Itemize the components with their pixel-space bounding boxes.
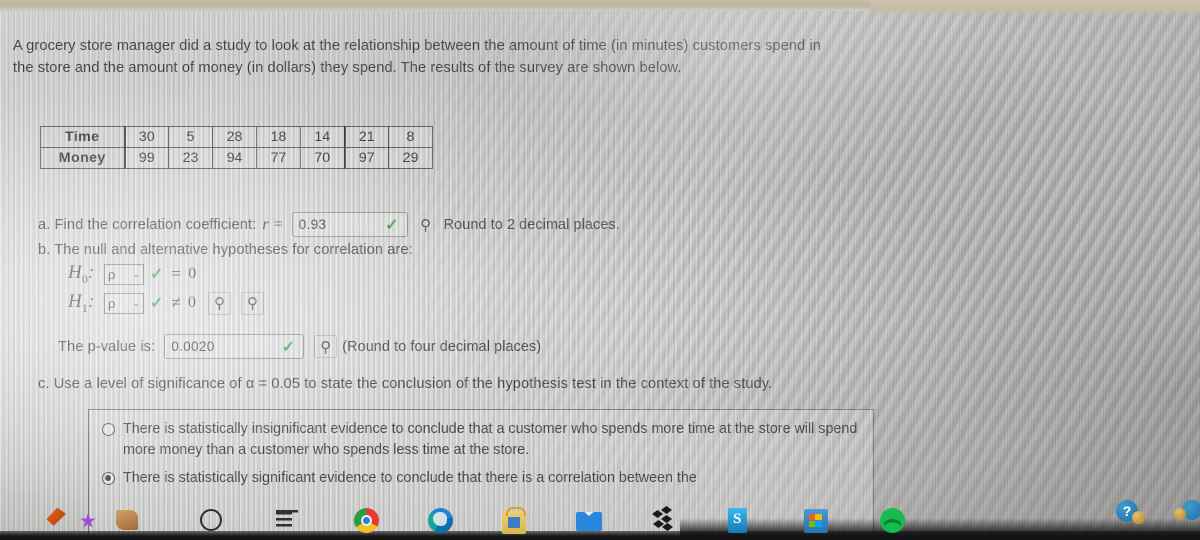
- choice-option-2[interactable]: There is statistically significant evide…: [89, 461, 873, 489]
- coin-icon: [1132, 511, 1145, 524]
- null-hypothesis-row: H0: ρ ⌄ ✓ = 0: [68, 262, 413, 287]
- cell-time-2: 28: [212, 126, 257, 148]
- microsoft-store-icon[interactable]: [804, 505, 830, 533]
- choice-option-1-text: There is statistically insignificant evi…: [123, 421, 858, 458]
- h0-value: 0: [188, 265, 197, 283]
- row-label-money: Money: [40, 147, 126, 169]
- h0-parameter-select[interactable]: ρ ⌄: [104, 263, 144, 285]
- problem-statement: A grocery store manager did a study to l…: [13, 38, 821, 76]
- monitor-top-bezel-right: [870, 0, 1200, 16]
- correlation-symbol: r =: [262, 215, 284, 233]
- dropbox-icon[interactable]: [652, 505, 678, 531]
- cell-time-5: 21: [343, 126, 389, 148]
- cell-money-3: 77: [256, 147, 301, 169]
- cell-money-1: 23: [168, 147, 213, 169]
- choice-option-1[interactable]: There is statistically insignificant evi…: [89, 410, 873, 461]
- help-badge-icon[interactable]: ?: [1116, 500, 1145, 524]
- table-row-time: Time 30 5 28 18 14 21 8: [40, 126, 433, 148]
- cell-time-3: 18: [256, 126, 301, 148]
- cell-money-2: 94: [212, 147, 257, 169]
- circle-icon[interactable]: [200, 505, 226, 531]
- taskbar-icon-group: [44, 505, 906, 534]
- part-a-label: a. Find the correlation coefficient:: [38, 216, 257, 233]
- check-icon: ✓: [385, 217, 399, 234]
- p-value-value: 0.0020: [171, 339, 215, 354]
- coin-icon-secondary: [1174, 508, 1186, 520]
- radio-button-icon-1[interactable]: [102, 423, 115, 436]
- h0-subscript: 0: [81, 271, 88, 286]
- p-value-note: (Round to four decimal places): [342, 338, 542, 355]
- h1-parameter-value: ρ: [108, 295, 116, 311]
- table-row-money: Money 99 23 94 77 70 97 29: [40, 147, 433, 169]
- radio-button-icon-2-selected[interactable]: [102, 472, 115, 485]
- cell-money-5: 97: [343, 147, 389, 169]
- choice-option-2-text: There is statistically significant evide…: [123, 470, 697, 486]
- h1-check-icon: ✓: [150, 295, 164, 313]
- chevron-down-icon: ⌄: [132, 297, 140, 308]
- h1-parameter-select[interactable]: ρ ⌄: [104, 292, 144, 314]
- skype-icon[interactable]: [728, 505, 754, 533]
- part-a-note: Round to 2 decimal places.: [443, 216, 620, 233]
- key-icon[interactable]: ⚲: [314, 335, 338, 358]
- cell-money-6: 29: [388, 147, 433, 169]
- pen-icon[interactable]: [116, 505, 142, 531]
- help-badge-icon-secondary[interactable]: [1174, 500, 1200, 520]
- check-icon: ✓: [281, 339, 296, 356]
- h1-subscript: 1: [81, 300, 88, 315]
- row-label-time: Time: [40, 126, 126, 148]
- star-icon[interactable]: [80, 505, 106, 531]
- survey-data-table: Time 30 5 28 18 14 21 8 Money 99 23 94 7…: [40, 126, 433, 169]
- part-b-block: b. The null and alternative hypotheses f…: [38, 242, 413, 316]
- p-value-label: The p-value is:: [58, 338, 156, 355]
- cell-time-6: 8: [388, 126, 433, 148]
- cell-time-1: 5: [168, 126, 213, 148]
- h0-relation: =: [171, 264, 182, 284]
- correlation-coefficient-input[interactable]: 0.93 ✓: [291, 212, 408, 237]
- mail-icon[interactable]: [576, 505, 602, 531]
- spotify-icon[interactable]: [880, 505, 906, 533]
- key-icon-1[interactable]: ⚲: [208, 291, 232, 315]
- h1-value: 0: [187, 294, 197, 312]
- h0-label: H0:: [68, 262, 95, 286]
- help-badge-label: ?: [1122, 503, 1132, 519]
- part-c-label: c. Use a level of significance of α = 0.…: [38, 376, 773, 392]
- key-icon[interactable]: ⚲: [416, 213, 436, 236]
- monitor-photo-screen: A grocery store manager did a study to l…: [0, 0, 1200, 540]
- lines-icon[interactable]: [276, 505, 302, 531]
- p-value-input[interactable]: 0.0020 ✓: [164, 334, 305, 359]
- h0-parameter-value: ρ: [108, 266, 116, 282]
- cell-time-4: 14: [300, 126, 345, 148]
- h0-check-icon: ✓: [150, 266, 164, 284]
- part-a-row: a. Find the correlation coefficient: r =…: [38, 212, 620, 237]
- p-value-row: The p-value is: 0.0020 ✓ ⚲ (Round to fou…: [58, 334, 541, 359]
- windows-taskbar[interactable]: [0, 501, 1200, 534]
- part-b-label: b. The null and alternative hypotheses f…: [38, 242, 413, 258]
- correlation-coefficient-value: 0.93: [298, 217, 327, 232]
- alternative-hypothesis-row: H1: ρ ⌄ ✓ ≠ 0 ⚲ ⚲: [68, 291, 413, 316]
- cell-time-0: 30: [123, 126, 169, 148]
- h1-relation: ≠: [171, 293, 181, 313]
- store-bag-icon[interactable]: [502, 505, 528, 534]
- chevron-down-icon: ⌄: [132, 268, 140, 279]
- edge-icon[interactable]: [428, 505, 454, 533]
- key-icon-2[interactable]: ⚲: [241, 291, 265, 315]
- chrome-icon[interactable]: [354, 505, 380, 533]
- cell-money-0: 99: [123, 147, 169, 169]
- statistics-exercise-page: A grocery store manager did a study to l…: [0, 0, 1200, 540]
- paint-icon[interactable]: [44, 505, 70, 531]
- cell-money-4: 70: [300, 147, 345, 169]
- h1-label: H1:: [68, 290, 95, 315]
